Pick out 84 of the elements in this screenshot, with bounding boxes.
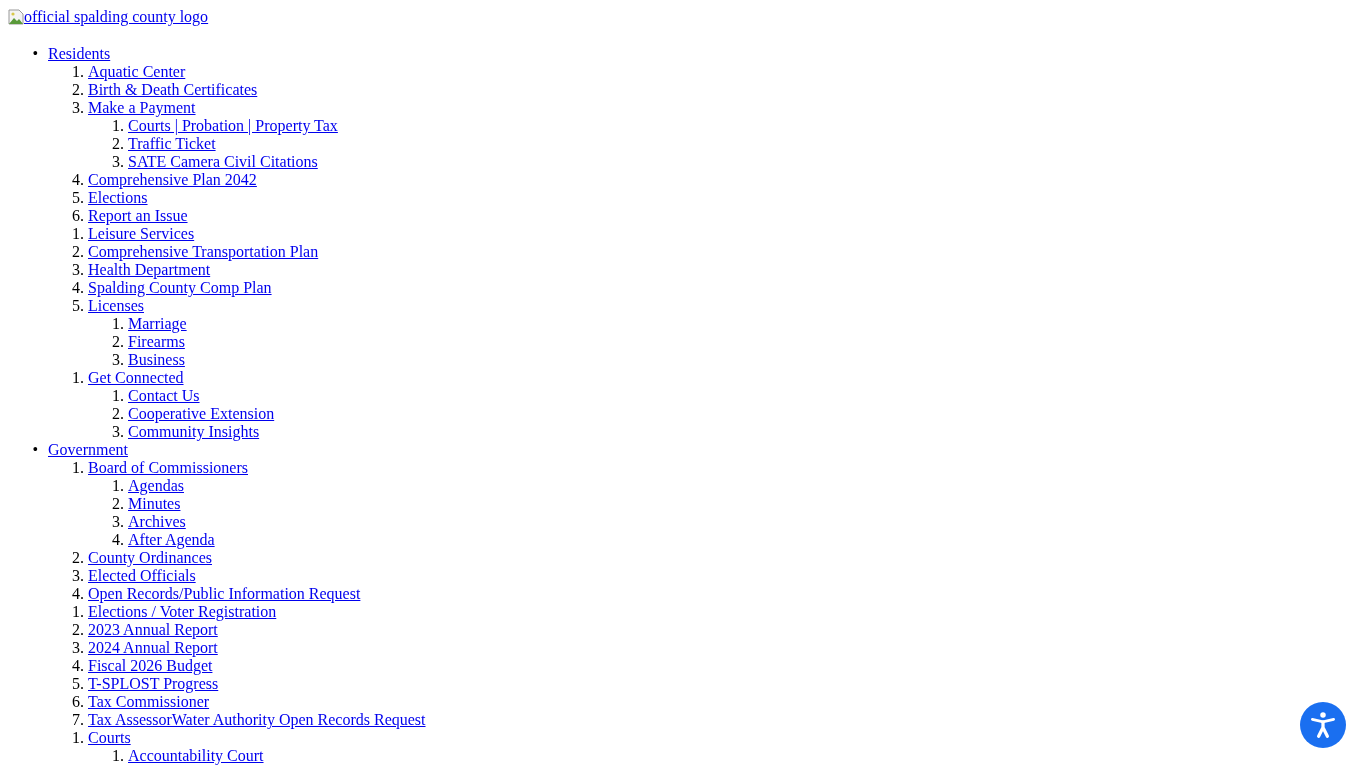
list-marker: 3. [111, 153, 124, 171]
list-marker: 3. [111, 423, 124, 441]
accessibility-icon [1308, 710, 1338, 740]
accessibility-button[interactable] [1300, 702, 1346, 748]
list-marker: • [31, 441, 39, 459]
list-marker: 4. [71, 657, 84, 675]
nav-link[interactable]: Comprehensive Transportation Plan [88, 243, 319, 261]
list-marker: 4. [71, 585, 84, 603]
list-marker: 1. [71, 459, 84, 477]
nav-link[interactable]: County Ordinances [88, 549, 212, 567]
nav-link[interactable]: Firearms [128, 333, 185, 351]
nav-link[interactable]: Aquatic Center [88, 63, 186, 81]
list-marker: 3. [71, 99, 84, 117]
list-marker: 2. [111, 495, 124, 513]
nav-link[interactable]: Birth & Death Certificates [88, 81, 258, 99]
nav-link[interactable]: Archives [128, 513, 186, 531]
list-marker: 4. [71, 171, 84, 189]
list-marker: 4. [111, 531, 124, 549]
nav-link[interactable]: Courts | Probation | Property Tax [128, 117, 338, 135]
list-marker: 2. [71, 81, 84, 99]
list-marker: 1. [111, 315, 124, 333]
nav-link[interactable]: Elections / Voter Registration [88, 603, 277, 621]
list-marker: 3. [71, 261, 84, 279]
nav-link[interactable]: T-SPLOST Progress [88, 675, 219, 693]
list-marker: 4. [71, 279, 84, 297]
nav-link[interactable]: Licenses [88, 297, 144, 315]
nav-link[interactable]: Contact Us [128, 387, 200, 405]
list-marker: 1. [71, 63, 84, 81]
nav-link[interactable]: Minutes [128, 495, 181, 513]
nav-link[interactable]: Tax Commissioner [88, 693, 210, 711]
list-marker: 1. [71, 369, 84, 387]
nav-link[interactable]: Elections [88, 189, 148, 207]
list-marker: 5. [71, 297, 84, 315]
nav-link[interactable]: Tax AssessorWater Authority Open Records Request [88, 711, 426, 729]
nav-link[interactable]: Courts [88, 729, 131, 747]
nav-link[interactable]: Fiscal 2026 Budget [88, 657, 213, 675]
nav-link[interactable]: Board of Commissioners [88, 459, 248, 477]
list-marker: 1. [111, 117, 124, 135]
list-marker: 3. [71, 639, 84, 657]
list-marker: 2. [111, 333, 124, 351]
nav-link[interactable]: Residents [48, 45, 111, 63]
list-marker: 1. [111, 477, 124, 495]
nav-link[interactable]: Community Insights [128, 423, 260, 441]
list-marker: 6. [71, 207, 84, 225]
nav-link[interactable]: Accountability Court [128, 747, 264, 765]
nav-link[interactable]: Cooperative Extension [128, 405, 275, 423]
list-marker: 3. [71, 567, 84, 585]
list-marker: 1. [71, 225, 84, 243]
nav-link[interactable]: Elected Officials [88, 567, 196, 585]
nav-link[interactable]: Health Department [88, 261, 211, 279]
list-marker: 1. [111, 387, 124, 405]
nav-link[interactable]: SATE Camera Civil Citations [128, 153, 318, 171]
nav-link[interactable]: Traffic Ticket [128, 135, 216, 153]
nav-link[interactable]: Agendas [128, 477, 184, 495]
nav-link[interactable]: Leisure Services [88, 225, 195, 243]
list-marker: 2. [71, 549, 84, 567]
nav-link[interactable]: Business [128, 351, 185, 369]
list-marker: 5. [71, 675, 84, 693]
list-marker: 2. [71, 243, 84, 261]
list-marker: 5. [71, 189, 84, 207]
list-marker: 2. [111, 405, 124, 423]
list-marker: 3. [111, 351, 124, 369]
list-marker: • [31, 45, 39, 63]
list-marker: 6. [71, 693, 84, 711]
nav-link[interactable]: Make a Payment [88, 99, 196, 117]
list-marker: 1. [71, 729, 84, 747]
list-marker: 3. [111, 513, 124, 531]
nav-link[interactable]: Get Connected [88, 369, 184, 387]
list-marker: 7. [71, 711, 84, 729]
nav-link[interactable]: 2023 Annual Report [88, 621, 218, 639]
nav-link[interactable]: Government [48, 441, 128, 459]
nav-link[interactable]: Marriage [128, 315, 187, 333]
nav-link[interactable]: After Agenda [128, 531, 215, 549]
list-marker: 1. [111, 747, 124, 765]
list-marker: 2. [111, 135, 124, 153]
logo-link[interactable]: official spalding county logo [8, 8, 209, 26]
list-marker: 1. [71, 603, 84, 621]
nav-link[interactable]: 2024 Annual Report [88, 639, 218, 657]
nav-link[interactable]: Comprehensive Plan 2042 [88, 171, 257, 189]
broken-image-icon [8, 9, 24, 25]
nav-link[interactable]: Report an Issue [88, 207, 188, 225]
nav-link[interactable]: Open Records/Public Information Request [88, 585, 361, 603]
nav-link[interactable]: Spalding County Comp Plan [88, 279, 272, 297]
list-marker: 2. [71, 621, 84, 639]
